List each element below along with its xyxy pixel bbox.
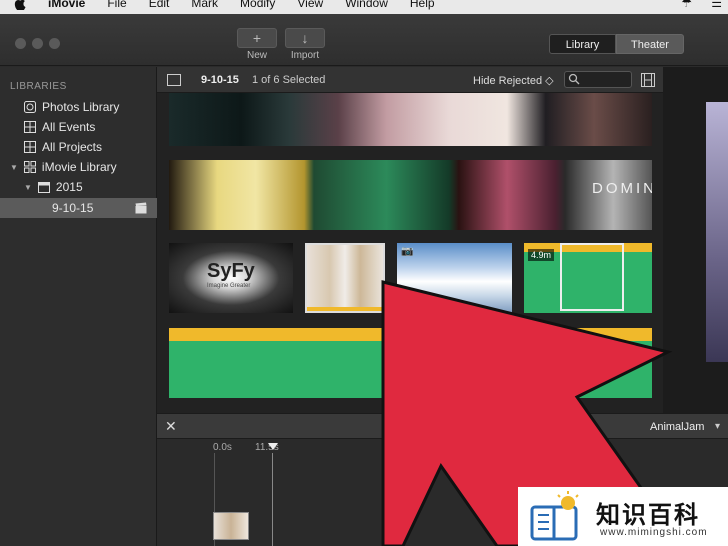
watermark-title: 知识百科 [596,502,700,529]
clip-dog-selected[interactable] [305,243,385,313]
theater-tab[interactable]: Theater [616,34,684,54]
menu-mark[interactable]: Mark [191,0,218,10]
menu-view[interactable]: View [297,0,323,10]
hide-rejected-filter[interactable]: Hide Rejected ◇ [473,74,554,87]
menu-help[interactable]: Help [410,0,435,10]
sidebar-item-label: 2015 [55,180,83,194]
clip-browser: DOMINI SyFy Imagine Greater 📷 4.9m [157,93,663,413]
menu-bar: iMovie File Edit Mark Modify View Window… [0,0,728,14]
disclosure-triangle-icon[interactable]: ▼ [24,183,32,192]
minimize-window-button[interactable] [32,38,43,49]
clapper-icon [135,202,147,214]
sidebar-item-label: Photos Library [42,100,120,114]
sidebar-item-label: 9-10-15 [52,201,94,215]
event-title: 9-10-15 [201,74,239,86]
book-bulb-logo-icon [530,491,579,541]
syfy-tagline: Imagine Greater [207,283,251,289]
zoom-window-button[interactable] [49,38,60,49]
status-menu-icon[interactable]: ☂ [681,0,692,10]
browser-header: 9-10-15 1 of 6 Selected Hide Rejected ◇ [157,67,663,93]
watermark-url: www.mimingshi.com [600,527,708,538]
sidebar-item-2015[interactable]: ▼ 2015 [0,177,157,197]
selection-count: 1 of 6 Selected [252,74,326,86]
clip-row-1[interactable] [169,93,652,146]
clip-audio-long-yellow [169,328,652,341]
libraries-header: LIBRARIES [10,81,67,92]
project-name[interactable]: AnimalJam [650,421,704,433]
syfy-logo-text: SyFy [207,260,255,282]
menu-modify[interactable]: Modify [240,0,275,10]
toolbar: + New ↓ Import Library Theater [0,14,728,66]
menu-window[interactable]: Window [345,0,388,10]
timeline-clip-dog[interactable] [213,512,249,540]
clip-audio-strip [307,307,383,311]
camera-icon: 📷 [401,246,414,257]
sidebar-item-label: All Projects [42,140,103,154]
all-projects-icon [24,141,36,153]
domini-title: DOMINI [592,180,652,197]
plus-icon: + [252,30,262,46]
sidebar-item-label: All Events [42,120,96,134]
clip-audio-long[interactable] [169,328,652,398]
menu-app[interactable]: iMovie [48,0,85,10]
filmstrip-icon[interactable] [641,73,655,87]
calendar-icon [37,181,50,193]
import-arrow-icon: ↓ [301,30,309,46]
import-label: Import [290,50,320,61]
playhead-marker[interactable] [268,443,278,450]
imovie-library-icon [23,161,36,173]
sidebar-item-9-10-15[interactable]: 9-10-15 [0,198,157,218]
sidebar-toggle-icon[interactable] [167,74,181,86]
libraries-sidebar: LIBRARIES Photos Library All Events All … [0,67,157,546]
clip-syfy[interactable]: SyFy Imagine Greater [169,243,293,313]
timeline-tick-0: 0.0s [213,442,232,453]
library-tab[interactable]: Library [549,34,616,54]
playhead-line[interactable] [272,453,273,546]
disclosure-triangle-icon[interactable]: ▼ [10,163,18,172]
import-button[interactable]: ↓ [285,28,325,48]
sidebar-item-all-projects[interactable]: All Projects [0,137,157,157]
clip-audio[interactable]: 4.9m [524,243,652,313]
watermark: 知识百科 www.mimingshi.com [518,487,728,546]
menu-file[interactable]: File [107,0,126,10]
clip-selection-range[interactable] [560,243,624,311]
list-menu-icon[interactable]: ☰ [711,0,722,10]
timeline-header: ✕ AnimalJam ▾ [157,413,728,439]
close-icon[interactable]: ✕ [165,418,177,435]
apple-icon[interactable] [14,0,28,11]
all-events-icon [24,121,36,133]
photos-library-icon [24,101,36,113]
sidebar-item-label: iMovie Library [41,160,117,174]
viewer-panel [663,67,728,413]
sidebar-item-all-events[interactable]: All Events [0,117,157,137]
viewer-preview [706,102,728,362]
new-label: New [246,50,267,61]
sidebar-item-photos-library[interactable]: Photos Library [0,97,157,117]
clip-row-2[interactable]: DOMINI [169,160,652,230]
chevron-down-icon[interactable]: ▾ [715,421,720,432]
search-icon [568,73,580,85]
close-window-button[interactable] [15,38,26,49]
new-button[interactable]: + [237,28,277,48]
duration-badge: 4.9m [528,249,555,261]
menu-edit[interactable]: Edit [149,0,170,10]
clip-sky-photo[interactable]: 📷 [397,243,512,313]
sidebar-item-imovie-library[interactable]: ▼ iMovie Library [0,157,157,177]
apple-logo-shape [14,0,26,11]
